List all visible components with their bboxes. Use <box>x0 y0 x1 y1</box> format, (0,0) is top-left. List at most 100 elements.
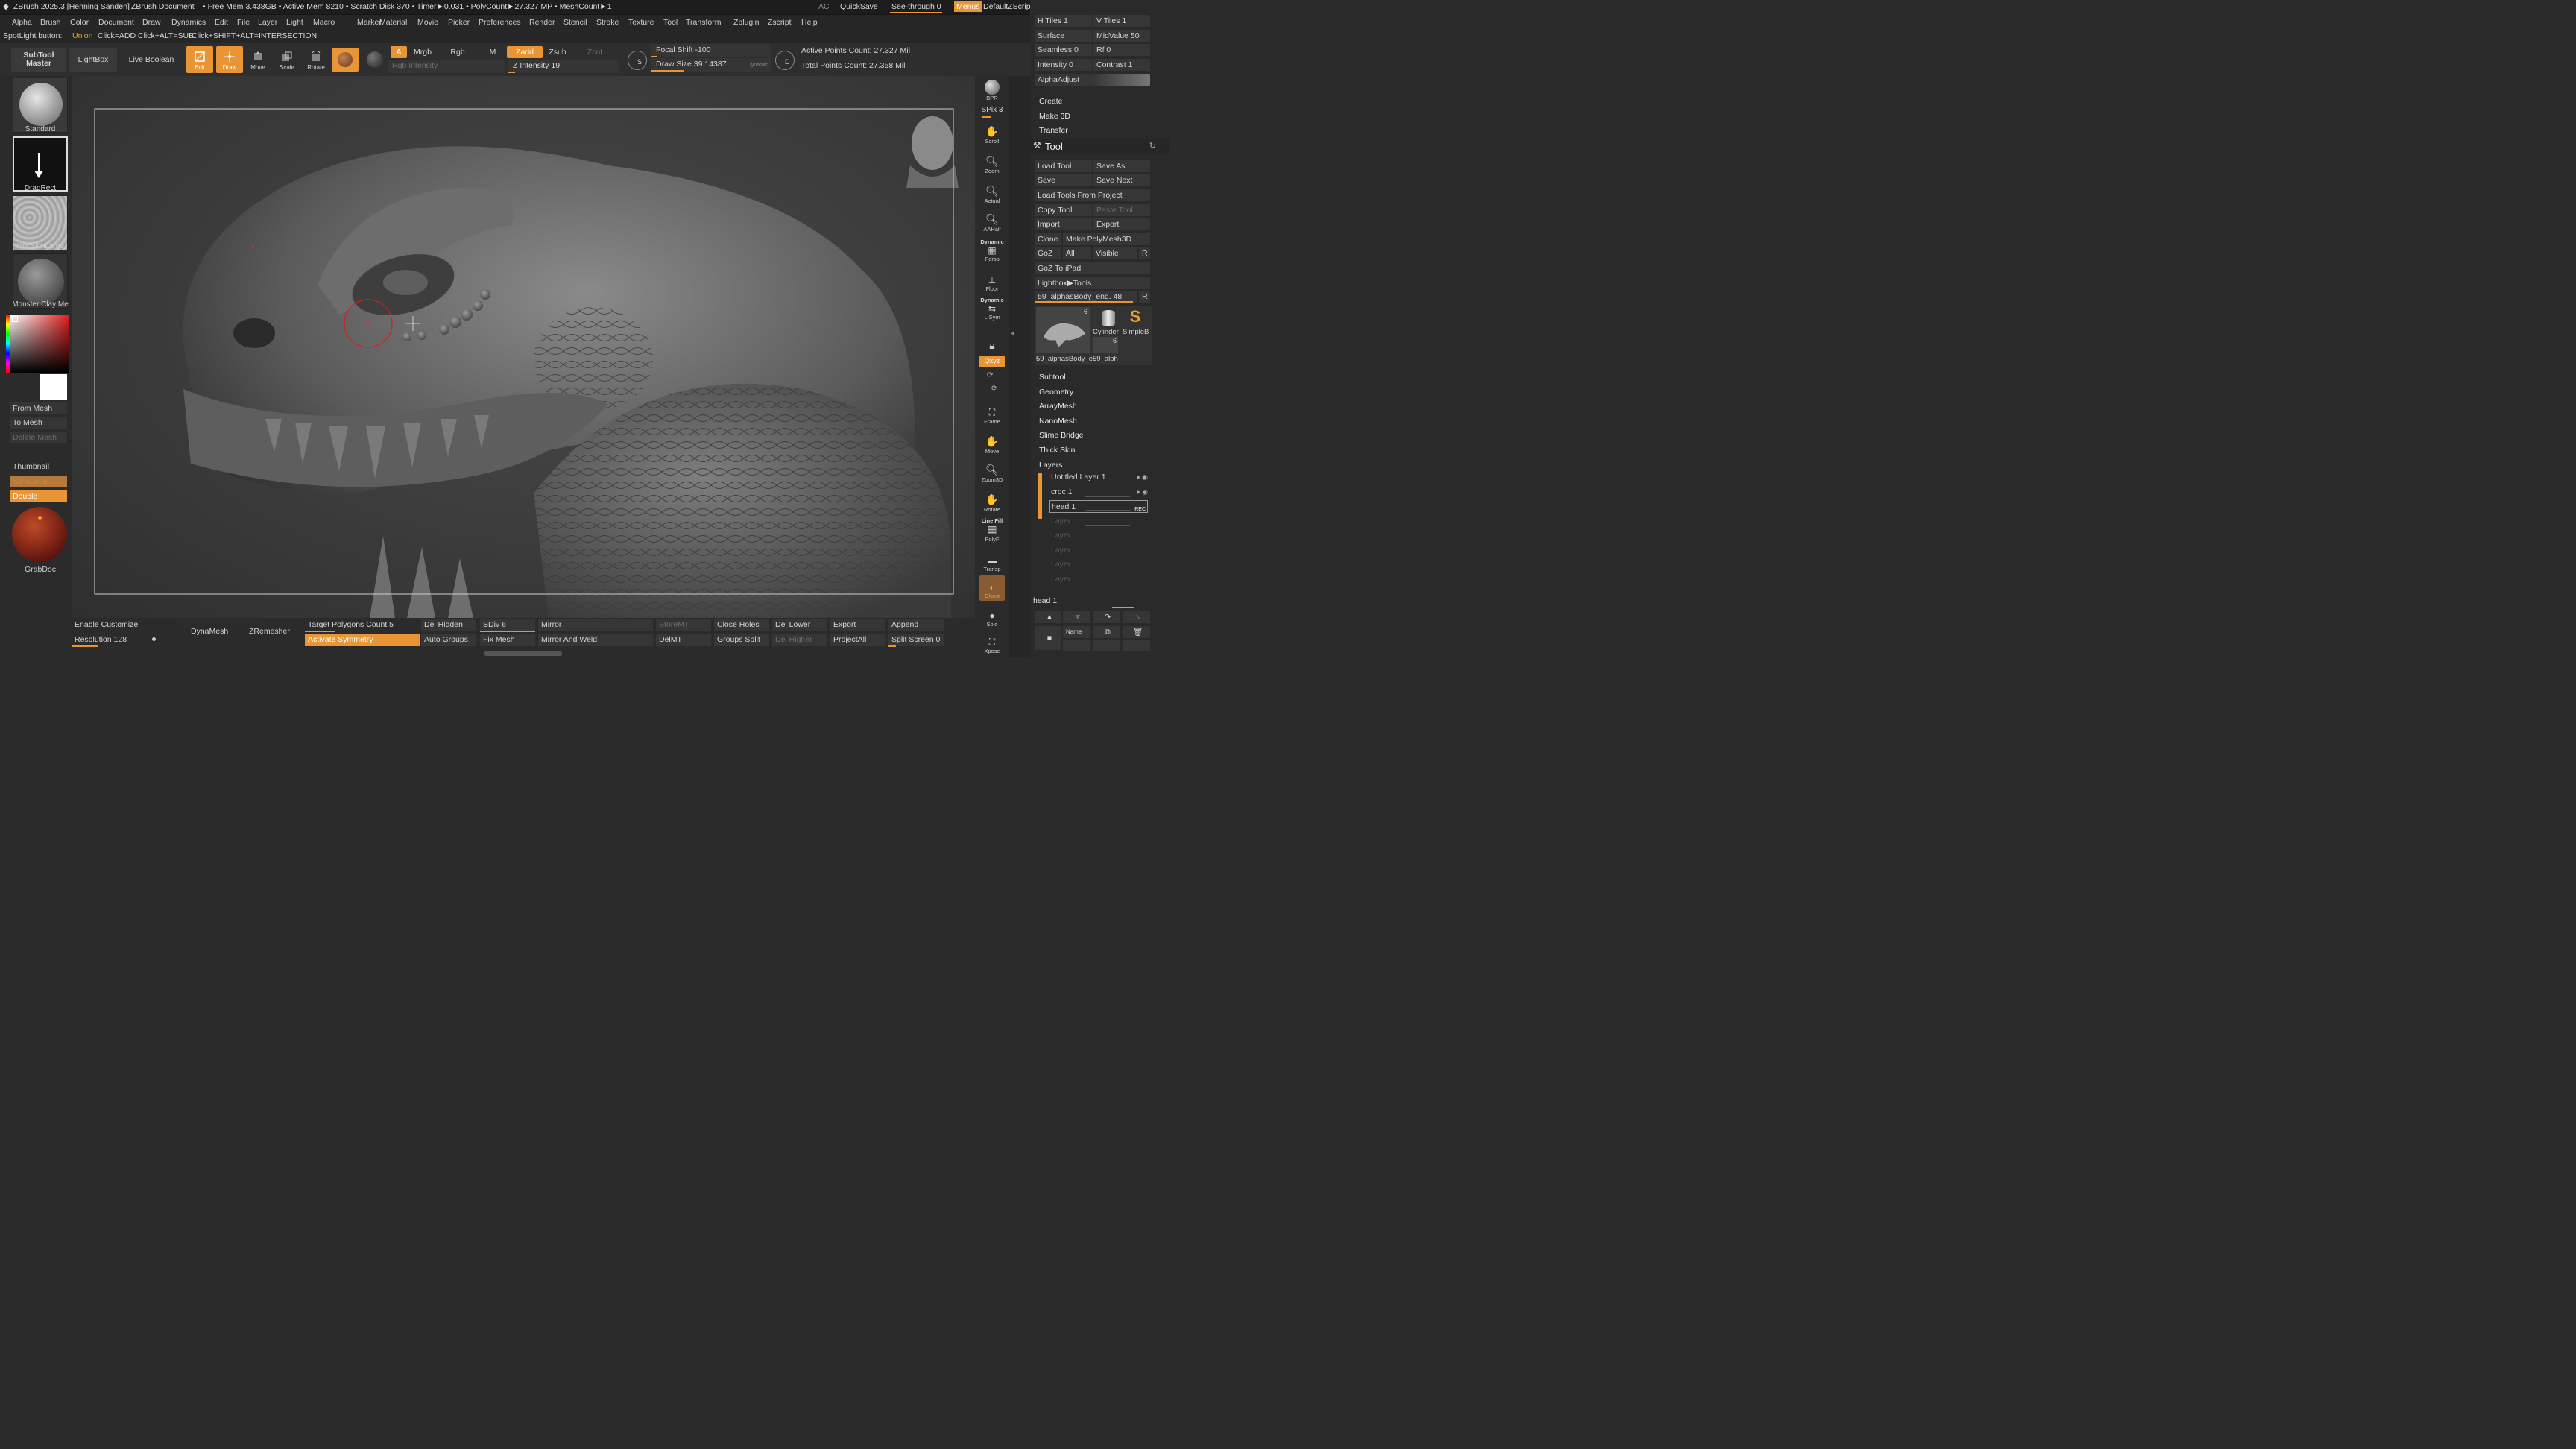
menu-item-edit[interactable]: Edit <box>215 18 228 27</box>
polyf-button[interactable]: ▦ PolyF <box>979 519 1005 544</box>
lightbox-button[interactable]: LightBox <box>69 48 117 72</box>
storemt-button[interactable]: StoreMT <box>656 619 711 631</box>
double-toggle[interactable]: Double <box>10 490 67 502</box>
menu-item-tool[interactable]: Tool <box>663 18 678 27</box>
goz-all-button[interactable]: All <box>1063 247 1091 259</box>
export-button[interactable]: Export <box>830 619 886 631</box>
del-higher-button[interactable]: Del Higher <box>772 634 827 646</box>
resolution-dot[interactable] <box>152 637 156 641</box>
menu-item-zscript[interactable]: Zscript <box>768 18 792 27</box>
lightbox-d-icon[interactable]: D <box>775 51 795 70</box>
auto-groups-button[interactable]: Auto Groups <box>421 634 476 646</box>
lightbox-tools-button[interactable]: Lightbox▶Tools <box>1035 277 1150 289</box>
layer-merge-button[interactable] <box>1093 640 1120 651</box>
rgb-toggle[interactable]: Rgb <box>446 46 470 58</box>
goz-visible-button[interactable]: Visible <box>1093 247 1137 259</box>
xyz-toggle[interactable]: Qxyz <box>979 356 1005 367</box>
new-layer-icon[interactable]: ■ <box>1035 626 1061 650</box>
layer-delete-icon[interactable]: 🗑︎ <box>1123 626 1150 638</box>
zoom-button[interactable]: 🔍︎ Zoom <box>979 151 1005 176</box>
menu-item-document[interactable]: Document <box>98 18 134 27</box>
layer-name-button[interactable]: Name <box>1063 626 1090 638</box>
persp-button[interactable]: ▦ Persp <box>979 239 1005 264</box>
menu-item-material[interactable]: Material <box>379 18 407 27</box>
grabdoc-button[interactable]: GrabDoc <box>10 565 70 574</box>
clone-button[interactable]: Clone <box>1035 233 1061 245</box>
subtool-section[interactable]: Subtool <box>1039 373 1066 382</box>
from-mesh-button[interactable]: From Mesh <box>10 402 67 414</box>
close-holes-button[interactable]: Close Holes <box>714 619 769 631</box>
goz-to-ipad-button[interactable]: GoZ To iPad <box>1035 262 1150 274</box>
simplebrush-s-icon[interactable]: S <box>1123 307 1148 329</box>
tool-reset-icon[interactable]: ↻ <box>1149 141 1156 151</box>
to-mesh-button[interactable]: To Mesh <box>10 417 67 429</box>
save-next-button[interactable]: Save Next <box>1093 174 1150 186</box>
append-button[interactable]: Append <box>888 619 944 631</box>
midvalue-slider[interactable]: MidValue 50 <box>1093 30 1150 42</box>
projectall-button[interactable]: ProjectAll <box>830 634 886 646</box>
live-boolean-button[interactable]: Live Boolean <box>120 48 183 72</box>
fix-mesh-button[interactable]: Fix Mesh <box>480 634 535 646</box>
paste-tool-button[interactable]: Paste Tool <box>1093 204 1150 216</box>
intensity-slider[interactable]: Intensity 0 <box>1035 59 1092 71</box>
target-polygons-slider[interactable]: Target Polygons Count 5 <box>305 619 420 631</box>
lock-button[interactable]: 🔒︎ <box>979 328 1005 353</box>
floor-button[interactable]: ⊥ Floor <box>979 268 1005 294</box>
mrgb-toggle[interactable]: Mrgb <box>408 46 437 58</box>
layer-copy-icon[interactable]: ⧉ <box>1093 626 1120 638</box>
layer-visibility-icon[interactable]: ● ◉ <box>1136 486 1148 499</box>
goz-r-button[interactable]: R <box>1139 247 1150 259</box>
import-button[interactable]: Import <box>1035 218 1092 230</box>
menu-item-alpha[interactable]: Alpha <box>12 18 32 27</box>
ac-label[interactable]: AC <box>818 2 830 11</box>
export-tool-button[interactable]: Export <box>1093 218 1150 230</box>
z-intensity-slider[interactable]: Z Intensity 19 <box>508 60 619 73</box>
default-zscript-button[interactable]: DefaultZScript <box>983 2 1033 11</box>
layer-strength-bar[interactable] <box>1085 496 1130 497</box>
rotate-y-icon[interactable]: ⟳ <box>987 371 993 379</box>
menu-item-macro[interactable]: Macro <box>313 18 335 27</box>
zadd-toggle[interactable]: Zadd <box>507 46 543 58</box>
subtool-master-button[interactable]: SubTool Master <box>11 48 66 72</box>
aahalf-button[interactable]: 🔍︎ AAHalf <box>979 209 1005 234</box>
transfer-section[interactable]: Transfer <box>1039 126 1068 135</box>
h-tiles-slider[interactable]: H Tiles 1 <box>1035 15 1092 27</box>
scroll-button[interactable]: ✋ Scroll <box>979 121 1005 146</box>
color-picker[interactable] <box>10 315 69 373</box>
seamless-slider[interactable]: Seamless 0 <box>1035 44 1092 56</box>
scale-mode-button[interactable]: Scale <box>274 46 300 73</box>
zcut-toggle[interactable]: Zcut <box>581 46 608 58</box>
menu-item-render[interactable]: Render <box>529 18 555 27</box>
zoom3d-button[interactable]: 🔍︎ Zoom3D <box>979 459 1005 484</box>
make-polymesh3d-button[interactable]: Make PolyMesh3D <box>1063 233 1150 245</box>
move-mode-button[interactable]: Move <box>244 46 271 73</box>
edit-mode-button[interactable]: Edit <box>186 46 213 73</box>
slime-bridge-section[interactable]: Slime Bridge <box>1039 431 1084 440</box>
tool-thumb-croc-small[interactable]: 6 <box>1093 337 1118 353</box>
move-view-button[interactable]: ✋ Move <box>979 431 1005 456</box>
load-tools-from-project-button[interactable]: Load Tools From Project <box>1035 189 1150 201</box>
menu-item-color[interactable]: Color <box>70 18 89 27</box>
make3d-section[interactable]: Make 3D <box>1039 112 1070 121</box>
brush-thumbnail[interactable] <box>13 78 68 133</box>
thick-skin-section[interactable]: Thick Skin <box>1039 446 1075 455</box>
layer-row[interactable]: Layer <box>1049 544 1148 557</box>
tool-header[interactable]: ⚒ Tool ↻ <box>1030 139 1169 154</box>
silhouette-toggle[interactable]: Silhouette <box>10 476 67 487</box>
light-position-dot[interactable] <box>38 516 42 520</box>
xpose-button[interactable]: ⛶ Xpose <box>979 631 1005 656</box>
alphaadjust-curve[interactable]: AlphaAdjust <box>1035 74 1150 86</box>
dynamesh-button[interactable]: DynaMesh <box>188 625 243 638</box>
a-toggle[interactable]: A <box>391 46 407 58</box>
right-tray-divider[interactable]: ◂ <box>1009 76 1030 657</box>
menu-item-help[interactable]: Help <box>801 18 818 27</box>
layer-strength-bar[interactable] <box>1086 510 1131 511</box>
layer-bake-icon[interactable]: ↘ <box>1123 611 1150 623</box>
lightbox-s-icon[interactable]: S <box>628 51 647 70</box>
tool-thumb-croc[interactable]: 6 <box>1036 307 1090 353</box>
m-toggle[interactable]: M <box>484 46 501 58</box>
material-sphere-button[interactable] <box>332 48 359 72</box>
see-through-slider[interactable]: See-through 0 <box>891 2 941 11</box>
menu-item-zplugin[interactable]: Zplugin <box>733 18 759 27</box>
create-section[interactable]: Create <box>1039 97 1063 106</box>
